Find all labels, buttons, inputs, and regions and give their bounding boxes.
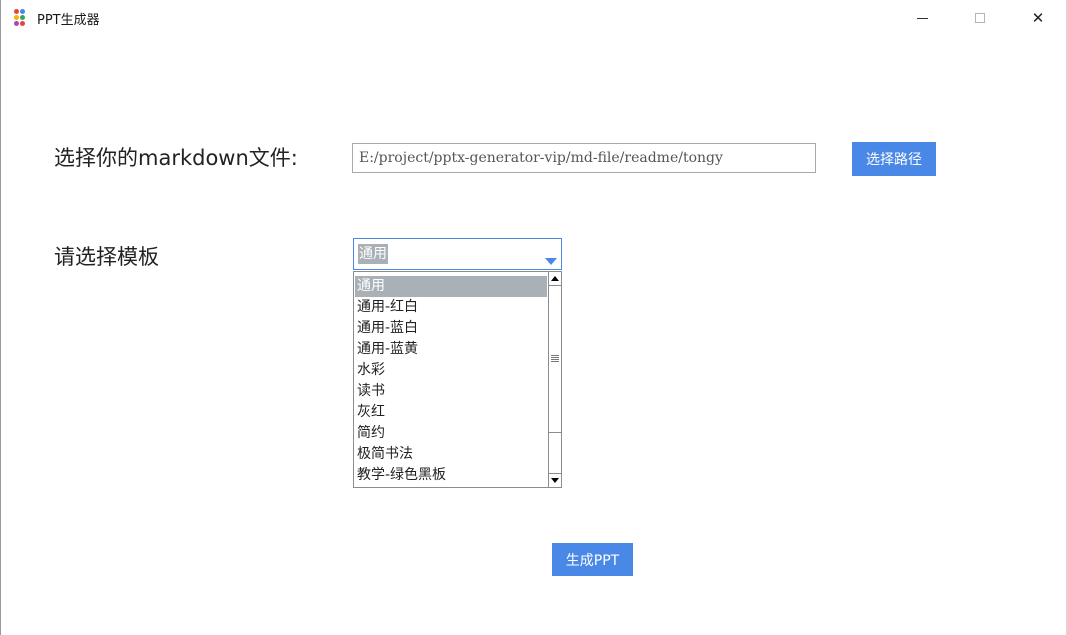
template-select[interactable]: 通用 [353, 238, 562, 270]
close-icon: ✕ [1031, 9, 1045, 27]
template-dropdown[interactable]: 通用 通用-红白 通用-蓝白 通用-蓝黄 水彩 读书 灰红 简约 极简书法 教学… [353, 271, 562, 488]
app-icon-dot [14, 9, 19, 14]
app-icon-dot [20, 21, 25, 26]
close-button[interactable]: ✕ [1009, 0, 1067, 36]
maximize-icon [975, 13, 985, 23]
window-left-border [0, 0, 1, 635]
template-select-value: 通用 [358, 244, 388, 264]
arrow-up-icon [551, 276, 559, 281]
scrollbar-thumb[interactable] [549, 286, 561, 433]
grip-line [551, 357, 559, 358]
minimize-button[interactable] [893, 0, 951, 36]
dropdown-item[interactable]: 读书 [355, 381, 547, 402]
title-bar[interactable]: PPT生成器 ✕ [1, 0, 1066, 36]
dropdown-item[interactable]: 通用 [355, 276, 547, 297]
window-title: PPT生成器 [37, 13, 100, 28]
dropdown-scrollbar[interactable] [548, 272, 561, 487]
minimize-icon [916, 17, 928, 19]
grip-line [551, 359, 559, 360]
template-dropdown-list: 通用 通用-红白 通用-蓝白 通用-蓝黄 水彩 读书 灰红 简约 极简书法 教学… [355, 276, 547, 486]
template-label: 请选择模板 [54, 245, 159, 269]
app-icon-dot [14, 21, 19, 26]
file-path-input[interactable]: E:/project/pptx-generator-vip/md-file/re… [352, 143, 816, 173]
dropdown-item[interactable]: 极简书法 [355, 444, 547, 465]
dropdown-item[interactable]: 水彩 [355, 360, 547, 381]
grip-line [551, 361, 559, 362]
grip-line [551, 355, 559, 356]
dropdown-item[interactable]: 通用-红白 [355, 297, 547, 318]
choose-path-button[interactable]: 选择路径 [852, 142, 936, 176]
scroll-down-button[interactable] [549, 473, 561, 487]
scroll-up-button[interactable] [549, 272, 561, 286]
dropdown-item[interactable]: 灰红 [355, 402, 547, 423]
markdown-file-label: 选择你的markdown文件: [54, 146, 298, 170]
app-icon-dot [20, 9, 25, 14]
dropdown-item[interactable]: 通用-蓝黄 [355, 339, 547, 360]
dropdown-item[interactable]: 教学-绿色黑板 [355, 465, 547, 486]
dropdown-item[interactable]: 简约 [355, 423, 547, 444]
dropdown-item[interactable]: 通用-蓝白 [355, 318, 547, 339]
colored-dots-icon [13, 9, 31, 27]
chevron-down-icon[interactable] [545, 258, 557, 265]
maximize-button[interactable] [951, 0, 1009, 36]
generate-ppt-button[interactable]: 生成PPT [552, 543, 633, 576]
app-icon-dot [20, 15, 25, 20]
app-icon-dot [14, 15, 19, 20]
arrow-down-icon [551, 478, 559, 483]
